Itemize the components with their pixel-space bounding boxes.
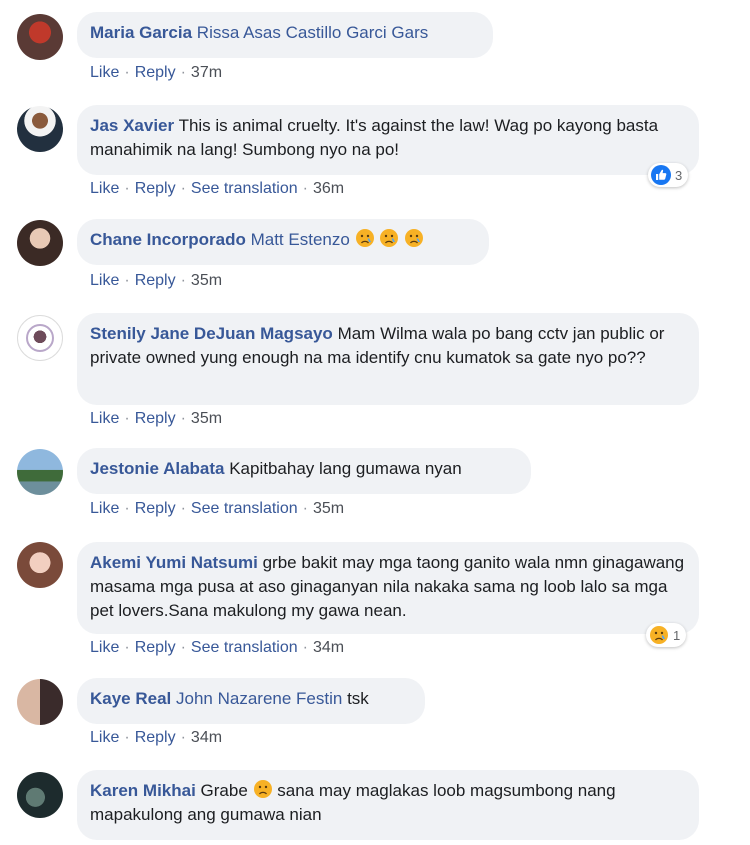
comment-text: Kapitbahay lang gumawa nyan [229,459,462,478]
like-link[interactable]: Like [90,410,119,427]
separator: · [180,729,186,746]
comment-bubble: Jas Xavier This is animal cruelty. It's … [77,105,699,175]
reaction-count: 1 [673,627,681,643]
avatar-logo [26,324,54,352]
see-translation-link[interactable]: See translation [191,500,298,517]
crying-face-icon [405,229,424,247]
avatar[interactable] [17,772,63,818]
separator: · [302,639,308,656]
separator: · [180,639,186,656]
comment-time[interactable]: 35m [313,500,344,517]
comment-time[interactable]: 34m [191,729,222,746]
avatar[interactable] [17,106,63,152]
comment-actions: Like · Reply · 35m [90,410,222,428]
reaction-summary[interactable]: 1 [646,623,687,647]
reply-link[interactable]: Reply [135,500,176,517]
separator: · [302,180,308,197]
separator: · [124,729,130,746]
comment-bubble: Stenily Jane DeJuan Magsayo Mam Wilma wa… [77,313,699,405]
like-link[interactable]: Like [90,64,119,81]
comment-time[interactable]: 37m [191,64,222,81]
reply-link[interactable]: Reply [135,272,176,289]
avatar[interactable] [17,542,63,588]
comment-author[interactable]: Stenily Jane DeJuan Magsayo [90,324,333,343]
separator: · [124,639,130,656]
comment-author[interactable]: Karen Mikhai [90,781,196,800]
comment-actions: Like · Reply · See translation · 36m [90,180,344,198]
avatar[interactable] [17,220,63,266]
comment-author[interactable]: Akemi Yumi Natsumi [90,553,258,572]
separator: · [124,500,130,517]
comment-actions: Like · Reply · See translation · 35m [90,500,344,518]
comment-author[interactable]: Jestonie Alabata [90,459,224,478]
separator: · [180,500,186,517]
like-link[interactable]: Like [90,729,119,746]
reply-link[interactable]: Reply [135,64,176,81]
comment-actions: Like · Reply · 35m [90,272,222,290]
comment-author[interactable]: Jas Xavier [90,116,174,135]
separator: · [124,272,130,289]
crying-face-icon [380,229,399,247]
separator: · [302,500,308,517]
separator: · [180,180,186,197]
like-link[interactable]: Like [90,639,119,656]
comment-bubble: Jestonie Alabata Kapitbahay lang gumawa … [77,448,531,494]
sad-emoji-group [355,229,424,249]
reply-link[interactable]: Reply [135,639,176,656]
comment-text: This is animal cruelty. It's against the… [90,116,659,159]
reaction-count: 3 [675,167,683,183]
comment-author[interactable]: Chane Incorporado [90,230,246,249]
separator: · [180,272,186,289]
reply-link[interactable]: Reply [135,410,176,427]
see-translation-link[interactable]: See translation [191,180,298,197]
comment-bubble: Kaye Real John Nazarene Festin tsk [77,678,425,724]
avatar[interactable] [17,449,63,495]
comment-bubble: Maria Garcia Rissa Asas Castillo Garci G… [77,12,493,58]
like-link[interactable]: Like [90,180,119,197]
avatar[interactable] [17,14,63,60]
comment-bubble: Chane Incorporado Matt Estenzo [77,219,489,265]
separator: · [124,64,130,81]
disappointed-face-icon [253,780,272,798]
comment-bubble: Karen Mikhai Grabe sana may maglakas loo… [77,770,699,840]
separator: · [180,64,186,81]
comment-actions: Like · Reply · See translation · 34m [90,639,344,657]
comment-time[interactable]: 35m [191,410,222,427]
comment-author[interactable]: Kaye Real [90,689,171,708]
comment-actions: Like · Reply · 37m [90,64,222,82]
comment-author[interactable]: Maria Garcia [90,23,192,42]
avatar[interactable] [17,315,63,361]
sad-icon [650,626,668,644]
separator: · [124,410,130,427]
reaction-summary[interactable]: 3 [648,163,689,187]
comment-text: Grabe [200,781,248,800]
avatar[interactable] [17,679,63,725]
separator: · [180,410,186,427]
see-translation-link[interactable]: See translation [191,639,298,656]
comment-actions: Like · Reply · 34m [90,729,222,747]
crying-face-icon [355,229,374,247]
comment-time[interactable]: 34m [313,639,344,656]
reply-link[interactable]: Reply [135,180,176,197]
comment-mention[interactable]: Matt Estenzo [251,230,350,249]
like-link[interactable]: Like [90,272,119,289]
reply-link[interactable]: Reply [135,729,176,746]
like-link[interactable]: Like [90,500,119,517]
comment-time[interactable]: 36m [313,180,344,197]
comment-time[interactable]: 35m [191,272,222,289]
comment-text: tsk [347,689,369,708]
comment-mention[interactable]: John Nazarene Festin [176,689,342,708]
comment-bubble: Akemi Yumi Natsumi grbe bakit may mga ta… [77,542,699,634]
like-icon [651,165,671,185]
comment-mention[interactable]: Rissa Asas Castillo Garci Gars [197,23,428,42]
separator: · [124,180,130,197]
